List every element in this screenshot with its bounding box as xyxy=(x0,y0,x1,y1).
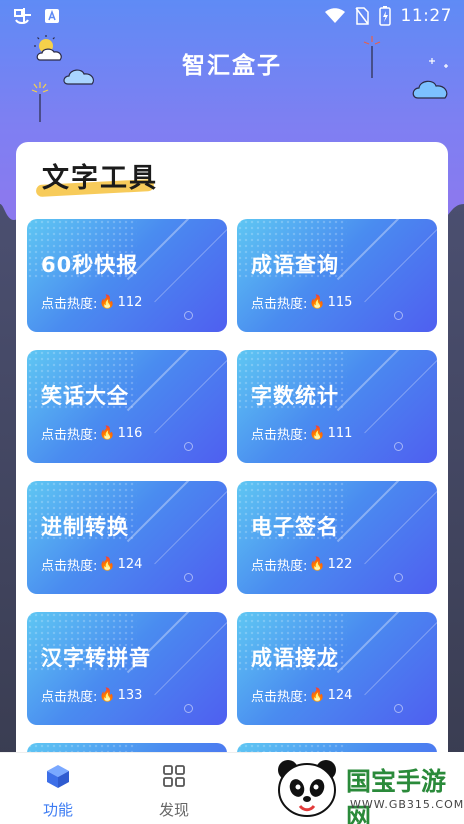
app-title: 智汇盒子 xyxy=(182,53,282,79)
heat-label: 点击热度: xyxy=(251,428,308,443)
tool-name: 成语查询 xyxy=(251,253,339,277)
tool-heat: 点击热度: 🔥 122 xyxy=(251,555,352,574)
tool-tile-jokes[interactable]: 笑话大全 点击热度: 🔥 116 xyxy=(27,350,227,463)
tool-tile-hanzi-to-pinyin[interactable]: 汉字转拼音 点击热度: 🔥 133 xyxy=(27,612,227,725)
fire-icon: 🔥 xyxy=(99,295,116,310)
heat-label: 点击热度: xyxy=(41,297,98,312)
fire-icon: 🔥 xyxy=(309,557,326,572)
nav-item-discover[interactable]: 发现 xyxy=(144,763,204,820)
fire-icon: 🔥 xyxy=(309,688,326,703)
wifi-icon xyxy=(324,8,345,23)
fire-icon: 🔥 xyxy=(99,426,116,441)
watermark: 国宝手游网 WWW.GB315.COM xyxy=(262,752,464,824)
panda-logo-icon xyxy=(278,760,336,817)
heat-value: 115 xyxy=(327,295,353,310)
tool-heat: 点击热度: 🔥 133 xyxy=(41,686,142,705)
heat-value: 133 xyxy=(117,688,143,703)
section-title: 文字工具 xyxy=(42,163,158,194)
text-tools-card: 文字工具 60秒快报 点击热度: 🔥 112 成语查询 点击热度: 🔥 115 … xyxy=(16,142,448,782)
tool-name: 进制转换 xyxy=(41,515,129,539)
status-bar: 11:27 xyxy=(0,0,464,32)
tool-name: 成语接龙 xyxy=(251,646,339,670)
heat-label: 点击热度: xyxy=(251,297,308,312)
fire-icon: 🔥 xyxy=(99,688,116,703)
tool-tile-base-conversion[interactable]: 进制转换 点击热度: 🔥 124 xyxy=(27,481,227,594)
tool-tile-60s-news[interactable]: 60秒快报 点击热度: 🔥 112 xyxy=(27,219,227,332)
heat-label: 点击热度: xyxy=(41,559,98,574)
tool-tile-word-count[interactable]: 字数统计 点击热度: 🔥 111 xyxy=(237,350,437,463)
heat-label: 点击热度: xyxy=(41,428,98,443)
heat-value: 124 xyxy=(327,688,353,703)
heat-label: 点击热度: xyxy=(251,559,308,574)
nav-label: 功能 xyxy=(42,801,73,819)
tool-name: 60秒快报 xyxy=(41,253,139,277)
firework-icon xyxy=(31,82,49,122)
tool-name: 字数统计 xyxy=(251,384,339,408)
heat-label: 点击热度: xyxy=(41,690,98,705)
cube-icon xyxy=(47,765,69,788)
tool-tile-idiom-lookup[interactable]: 成语查询 点击热度: 🔥 115 xyxy=(237,219,437,332)
tool-heat: 点击热度: 🔥 115 xyxy=(251,293,352,312)
heat-value: 122 xyxy=(327,557,353,572)
tool-tile-e-signature[interactable]: 电子签名 点击热度: 🔥 122 xyxy=(237,481,437,594)
fire-icon: 🔥 xyxy=(309,426,326,441)
no-sim-icon xyxy=(354,7,369,25)
tool-heat: 点击热度: 🔥 124 xyxy=(251,686,352,705)
battery-charging-icon xyxy=(378,6,391,26)
tool-heat: 点击热度: 🔥 124 xyxy=(41,555,142,574)
tool-heat: 点击热度: 🔥 111 xyxy=(251,424,352,443)
fire-icon: 🔥 xyxy=(309,295,326,310)
heat-label: 点击热度: xyxy=(251,690,308,705)
tool-name: 汉字转拼音 xyxy=(41,646,151,670)
heat-value: 124 xyxy=(117,557,143,572)
fire-icon: 🔥 xyxy=(99,557,116,572)
tool-heat: 点击热度: 🔥 116 xyxy=(41,424,142,443)
a-box-icon xyxy=(45,9,59,23)
watermark-title: 国宝手游网 xyxy=(346,767,447,824)
tool-tile-idiom-chain[interactable]: 成语接龙 点击热度: 🔥 124 xyxy=(237,612,437,725)
nav-item-features[interactable]: 功能 xyxy=(28,763,88,820)
grid-icon xyxy=(163,765,185,787)
tool-name: 电子签名 xyxy=(251,515,339,539)
heat-value: 112 xyxy=(117,295,143,310)
tool-name: 笑话大全 xyxy=(41,384,129,408)
nav-label: 发现 xyxy=(158,801,189,819)
heat-value: 116 xyxy=(117,426,143,441)
bug-icon xyxy=(14,8,31,24)
heat-value: 111 xyxy=(327,426,353,441)
tool-heat: 点击热度: 🔥 112 xyxy=(41,293,142,312)
status-time: 11:27 xyxy=(400,6,452,26)
watermark-url: WWW.GB315.COM xyxy=(350,798,464,811)
